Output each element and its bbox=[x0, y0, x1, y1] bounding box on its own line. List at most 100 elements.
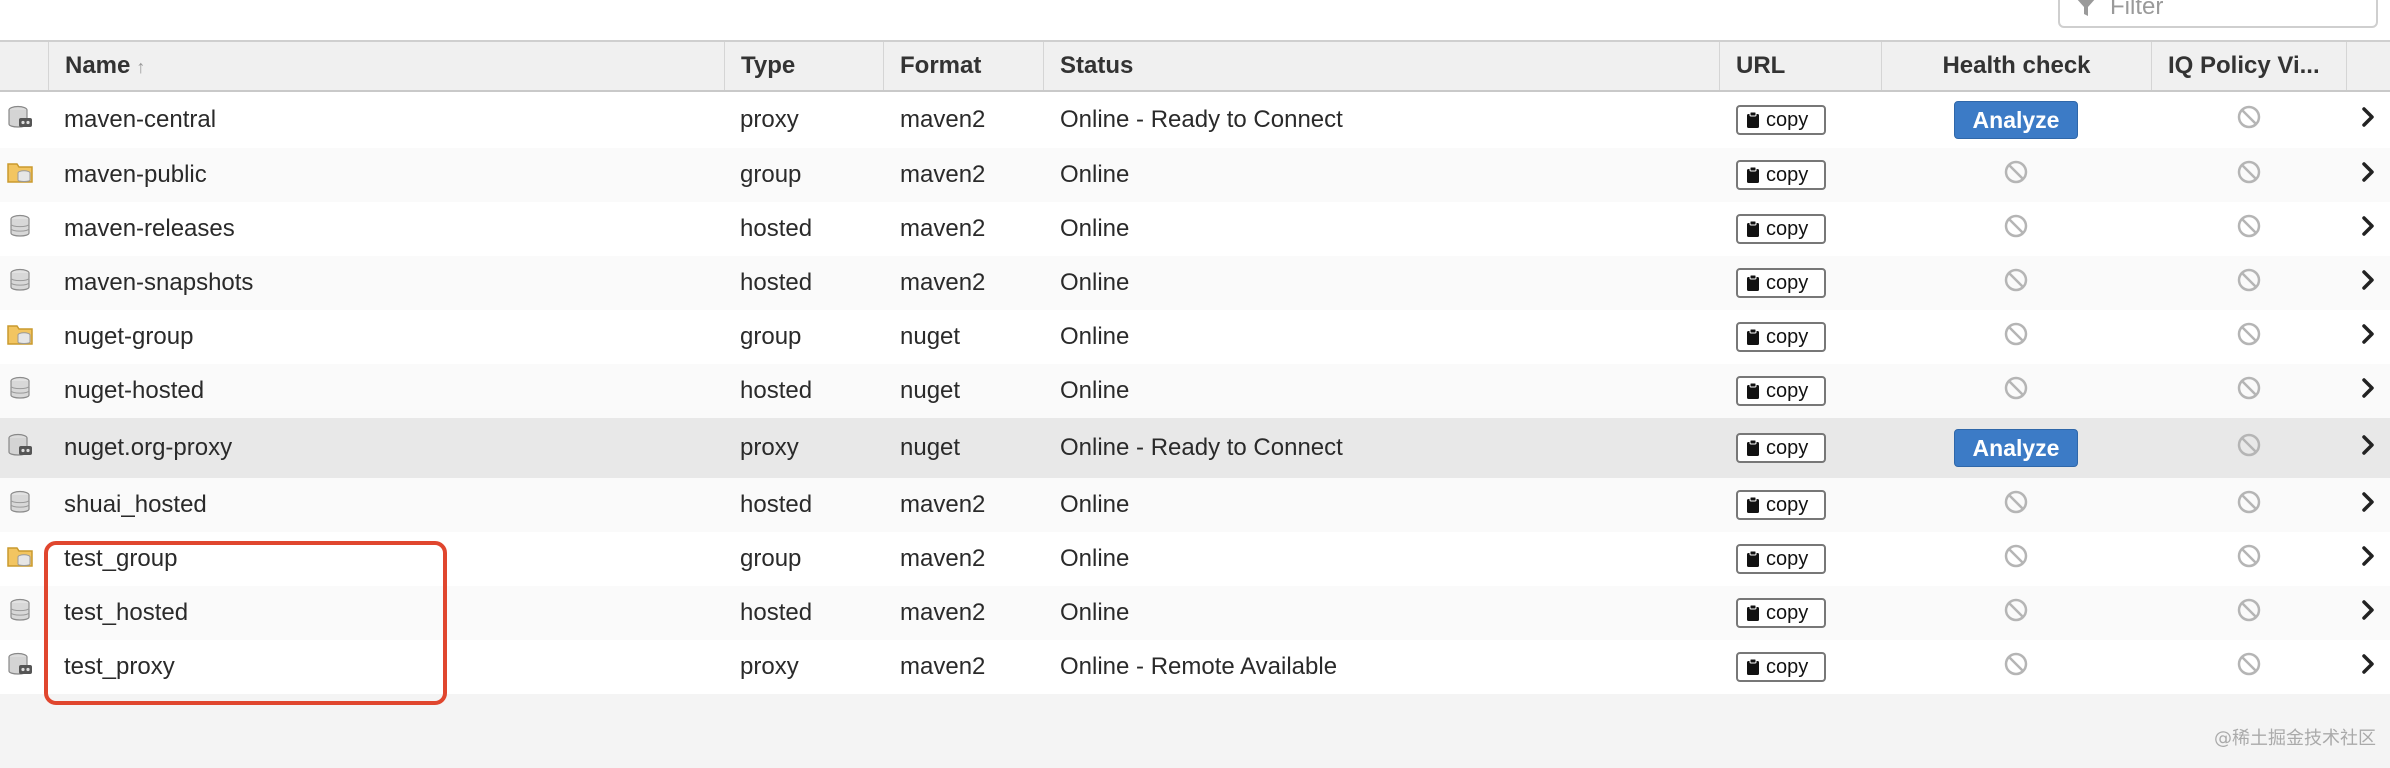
analyze-button[interactable]: Analyze bbox=[1954, 429, 2078, 467]
not-available-icon bbox=[2236, 432, 2262, 465]
iq-policy-cell bbox=[2151, 92, 2346, 148]
copy-url-button[interactable]: copy bbox=[1736, 376, 1826, 406]
row-chevron[interactable] bbox=[2346, 586, 2390, 640]
row-chevron[interactable] bbox=[2346, 364, 2390, 418]
copy-url-button[interactable]: copy bbox=[1736, 544, 1826, 574]
analyze-button[interactable]: Analyze bbox=[1954, 101, 2078, 139]
hosted-repo-icon bbox=[6, 212, 34, 247]
copy-url-button[interactable]: copy bbox=[1736, 433, 1826, 463]
copy-url-button[interactable]: copy bbox=[1736, 268, 1826, 298]
copy-url-button[interactable]: copy bbox=[1736, 652, 1826, 682]
repo-type: hosted bbox=[740, 215, 813, 242]
repo-type: proxy bbox=[740, 434, 799, 461]
column-header-status[interactable]: Status bbox=[1043, 42, 1719, 90]
iq-policy-cell bbox=[2151, 310, 2346, 364]
repo-status: Online - Ready to Connect bbox=[1060, 106, 1343, 133]
repo-type-cell bbox=[0, 92, 40, 148]
copy-url-button[interactable]: copy bbox=[1736, 160, 1826, 190]
proxy-repo-icon bbox=[6, 650, 34, 685]
repo-name: nuget.org-proxy bbox=[64, 434, 233, 461]
row-chevron[interactable] bbox=[2346, 148, 2390, 202]
chevron-right-icon bbox=[2359, 323, 2377, 352]
table-row[interactable]: nuget-hosted hosted nuget Online copy bbox=[0, 364, 2390, 418]
table-row[interactable]: nuget-group group nuget Online copy bbox=[0, 310, 2390, 364]
column-header-iq-policy[interactable]: IQ Policy Vi... bbox=[2151, 42, 2346, 90]
filter-input[interactable] bbox=[2110, 0, 2350, 21]
repo-type-cell bbox=[0, 418, 40, 478]
copy-label: copy bbox=[1766, 493, 1809, 516]
copy-url-button[interactable]: copy bbox=[1736, 598, 1826, 628]
clipboard-icon bbox=[1746, 550, 1766, 568]
health-check-cell: Analyze bbox=[1881, 418, 2151, 478]
copy-url-button[interactable]: copy bbox=[1736, 322, 1826, 352]
url-cell: copy bbox=[1736, 640, 1876, 694]
iq-policy-cell bbox=[2151, 364, 2346, 418]
repo-type-cell bbox=[0, 202, 40, 256]
repo-status: Online bbox=[1060, 377, 1130, 404]
repo-type-cell bbox=[0, 256, 40, 310]
iq-policy-cell bbox=[2151, 532, 2346, 586]
repo-type-cell bbox=[0, 478, 40, 532]
repo-format: maven2 bbox=[900, 491, 986, 518]
table-row[interactable]: maven-snapshots hosted maven2 Online cop… bbox=[0, 256, 2390, 310]
health-check-cell bbox=[1881, 148, 2151, 202]
not-available-icon bbox=[2003, 321, 2029, 354]
repo-name: maven-releases bbox=[64, 215, 235, 242]
url-cell: copy bbox=[1736, 478, 1876, 532]
sort-ascending-icon: ↑ bbox=[136, 57, 146, 77]
repo-format: maven2 bbox=[900, 653, 986, 680]
column-header-url[interactable]: URL bbox=[1719, 42, 1881, 90]
health-check-cell bbox=[1881, 310, 2151, 364]
row-chevron[interactable] bbox=[2346, 418, 2390, 478]
table-row[interactable]: maven-central proxy maven2 Online - Read… bbox=[0, 92, 2390, 148]
row-chevron[interactable] bbox=[2346, 310, 2390, 364]
not-available-icon bbox=[2236, 543, 2262, 576]
iq-policy-cell bbox=[2151, 256, 2346, 310]
copy-url-button[interactable]: copy bbox=[1736, 105, 1826, 135]
header-chevron-column bbox=[2346, 42, 2390, 90]
watermark: @稀土掘金技术社区 bbox=[2214, 728, 2376, 749]
row-chevron[interactable] bbox=[2346, 202, 2390, 256]
repo-type: proxy bbox=[740, 653, 799, 680]
table-row[interactable]: maven-releases hosted maven2 Online copy bbox=[0, 202, 2390, 256]
repo-type: group bbox=[740, 161, 802, 188]
hosted-repo-icon bbox=[6, 596, 34, 631]
clipboard-icon bbox=[1746, 604, 1766, 622]
copy-url-button[interactable]: copy bbox=[1736, 490, 1826, 520]
group-repo-icon bbox=[6, 320, 34, 355]
clipboard-icon bbox=[1746, 382, 1766, 400]
repo-type: group bbox=[740, 545, 802, 572]
table-row[interactable]: maven-public group maven2 Online copy bbox=[0, 148, 2390, 202]
column-header-format[interactable]: Format bbox=[883, 42, 1043, 90]
column-header-health-check[interactable]: Health check bbox=[1881, 42, 2151, 90]
row-chevron[interactable] bbox=[2346, 640, 2390, 694]
not-available-icon bbox=[2236, 213, 2262, 246]
not-available-icon bbox=[2003, 597, 2029, 630]
copy-url-button[interactable]: copy bbox=[1736, 214, 1826, 244]
row-chevron[interactable] bbox=[2346, 92, 2390, 148]
repo-type: hosted bbox=[740, 269, 813, 296]
not-available-icon bbox=[2236, 375, 2262, 408]
copy-label: copy bbox=[1766, 436, 1809, 459]
repo-type: proxy bbox=[740, 106, 799, 133]
row-chevron[interactable] bbox=[2346, 532, 2390, 586]
table-row[interactable]: nuget.org-proxy proxy nuget Online - Rea… bbox=[0, 418, 2390, 478]
hosted-repo-icon bbox=[6, 266, 34, 301]
row-chevron[interactable] bbox=[2346, 478, 2390, 532]
filter-box[interactable] bbox=[2058, 0, 2378, 28]
column-header-type[interactable]: Type bbox=[724, 42, 883, 90]
repo-name: maven-central bbox=[64, 106, 217, 133]
repo-format: maven2 bbox=[900, 161, 986, 188]
table-row[interactable]: shuai_hosted hosted maven2 Online copy bbox=[0, 478, 2390, 532]
url-cell: copy bbox=[1736, 310, 1876, 364]
row-chevron[interactable] bbox=[2346, 256, 2390, 310]
copy-label: copy bbox=[1766, 379, 1809, 402]
chevron-right-icon bbox=[2359, 545, 2377, 574]
grid-header: Name ↑ Type Format Status URL Health chec… bbox=[0, 40, 2390, 92]
repo-type-cell bbox=[0, 532, 40, 586]
copy-label: copy bbox=[1766, 108, 1809, 131]
not-available-icon bbox=[2003, 543, 2029, 576]
column-header-name[interactable]: Name ↑ bbox=[48, 42, 724, 90]
repo-name: shuai_hosted bbox=[64, 491, 207, 518]
repo-type-cell bbox=[0, 364, 40, 418]
